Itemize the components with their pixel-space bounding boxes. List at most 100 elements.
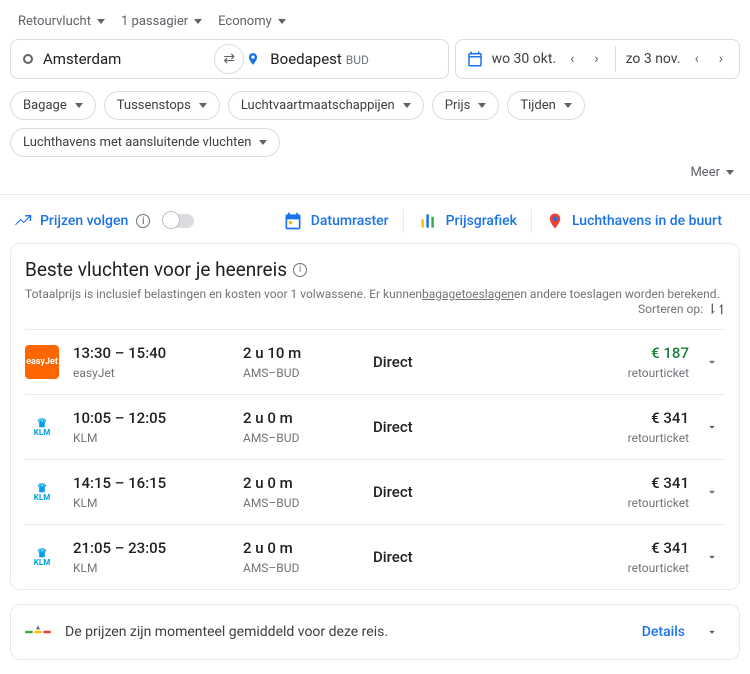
return-prev[interactable]: ‹ <box>689 51 705 67</box>
expand-flight[interactable] <box>699 349 725 375</box>
caret-icon <box>564 103 572 108</box>
return-date[interactable]: zo 3 nov. ‹ › <box>616 41 739 77</box>
insight-text: De prijzen zijn momenteel gemiddeld voor… <box>65 624 388 640</box>
ticket-type: retourticket <box>628 366 689 380</box>
price-graph-button[interactable]: Prijsgrafiek <box>404 211 531 231</box>
ticket-type: retourticket <box>628 431 689 445</box>
caret-icon <box>478 103 486 108</box>
expand-panel[interactable] <box>699 619 725 645</box>
expand-flight[interactable] <box>699 544 725 570</box>
cabin-class-dropdown[interactable]: Economy <box>210 8 294 35</box>
pin-icon <box>246 50 260 68</box>
flight-stops: Direct <box>373 353 503 371</box>
pin-icon <box>546 211 564 231</box>
calendar-icon <box>466 50 484 68</box>
sort-icon <box>709 301 725 317</box>
destination-text: Boedapest <box>270 50 342 68</box>
flight-duration: 2 u 0 m <box>243 474 373 492</box>
caret-icon <box>278 19 286 24</box>
flight-route: AMS–BUD <box>243 561 373 575</box>
caret-icon <box>97 19 105 24</box>
results-card: Beste vluchten voor je heenreisi Totaalp… <box>10 243 740 590</box>
trip-options: Retourvlucht 1 passagier Economy <box>10 8 740 35</box>
airline-logo: easyJet <box>25 345 59 379</box>
info-icon[interactable]: i <box>136 214 150 228</box>
flight-price: € 341 <box>628 474 689 492</box>
filter-chips: Bagage Tussenstops Luchtvaartmaatschappije… <box>10 91 740 157</box>
flight-route: AMS–BUD <box>243 496 373 510</box>
flight-times: 13:30 – 15:40 <box>73 344 243 362</box>
ticket-type: retourticket <box>628 561 689 575</box>
results-title: Beste vluchten voor je heenreisi <box>25 258 725 281</box>
airline-name: KLM <box>73 431 243 445</box>
date-grid-button[interactable]: Datumraster <box>269 211 403 231</box>
nearby-airports-button[interactable]: Luchthavens in de buurt <box>532 211 736 231</box>
flight-stops: Direct <box>373 483 503 501</box>
flight-duration: 2 u 10 m <box>243 344 373 362</box>
ticket-type: retourticket <box>628 496 689 510</box>
filter-chip[interactable]: Bagage <box>10 91 96 120</box>
caret-icon <box>75 103 83 108</box>
flight-duration: 2 u 0 m <box>243 409 373 427</box>
airline-name: easyJet <box>73 366 243 380</box>
flight-route: AMS–BUD <box>243 366 373 380</box>
flight-duration: 2 u 0 m <box>243 539 373 557</box>
caret-icon <box>194 19 202 24</box>
filter-chip[interactable]: Prijs <box>432 91 500 120</box>
passengers-dropdown[interactable]: 1 passagier <box>113 8 210 35</box>
flight-row[interactable]: easyJet13:30 – 15:40easyJet2 u 10 mAMS–B… <box>25 329 725 394</box>
caret-icon <box>726 170 734 175</box>
flight-row[interactable]: ♛KLM10:05 – 12:05KLM2 u 0 mAMS–BUDDirect… <box>25 394 725 459</box>
bars-icon <box>418 211 438 231</box>
destination-input[interactable]: Boedapest BUD <box>224 40 447 78</box>
airline-logo: ♛KLM <box>25 475 59 509</box>
info-icon[interactable]: i <box>293 263 307 277</box>
origin-icon <box>23 54 33 64</box>
depart-next[interactable]: › <box>588 51 604 67</box>
origin-destination-box: Amsterdam ⇄ Boedapest BUD <box>10 39 449 79</box>
trip-type-dropdown[interactable]: Retourvlucht <box>10 8 113 35</box>
airline-logo: ♛KLM <box>25 410 59 444</box>
filter-chip[interactable]: Tussenstops <box>104 91 220 120</box>
airline-name: KLM <box>73 496 243 510</box>
date-box: wo 30 okt. ‹ › zo 3 nov. ‹ › <box>455 39 740 79</box>
expand-flight[interactable] <box>699 414 725 440</box>
flight-times: 10:05 – 12:05 <box>73 409 243 427</box>
details-link[interactable]: Details <box>642 624 685 640</box>
flight-price: € 187 <box>628 344 689 362</box>
airline-logo: ♛KLM <box>25 540 59 574</box>
depart-date[interactable]: wo 30 okt. ‹ › <box>456 40 615 78</box>
filter-chip[interactable]: Luchtvaartmaatschappijen <box>228 91 424 120</box>
filter-chip[interactable]: Luchthavens met aansluitende vluchten <box>10 128 280 157</box>
caret-icon <box>259 140 267 145</box>
gauge-icon <box>25 622 51 642</box>
return-date-text: zo 3 nov. <box>626 51 681 67</box>
expand-flight[interactable] <box>699 479 725 505</box>
flight-stops: Direct <box>373 548 503 566</box>
results-subtitle: Totaalprijs is inclusief belastingen en … <box>25 287 725 317</box>
baggage-fees-link[interactable]: bagagetoeslagen <box>422 287 514 301</box>
calendar-icon <box>283 211 303 231</box>
sort-button[interactable]: Sorteren op: <box>638 301 725 317</box>
flight-stops: Direct <box>373 418 503 436</box>
depart-prev[interactable]: ‹ <box>564 51 580 67</box>
track-prices[interactable]: Prijzen volgen i <box>14 212 194 230</box>
flight-row[interactable]: ♛KLM 21:05 – 23:05 KLM2 u 0 m AMS–BUDDirect… <box>25 524 725 589</box>
airline-name: KLM <box>73 561 243 575</box>
trend-icon <box>14 212 32 230</box>
origin-text: Amsterdam <box>43 50 121 68</box>
caret-icon <box>199 103 207 108</box>
destination-code: BUD <box>346 53 369 67</box>
flight-times: 14:15 – 16:15 <box>73 474 243 492</box>
depart-date-text: wo 30 okt. <box>492 51 557 67</box>
more-filters[interactable]: Meer <box>10 165 740 180</box>
caret-icon <box>403 103 411 108</box>
track-toggle[interactable] <box>164 214 194 228</box>
filter-chip[interactable]: Tijden <box>507 91 584 120</box>
price-insight-panel: De prijzen zijn momenteel gemiddeld voor… <box>10 604 740 660</box>
swap-button[interactable]: ⇄ <box>214 44 244 74</box>
flight-times: 21:05 – 23:05 <box>73 539 243 557</box>
return-next[interactable]: › <box>713 51 729 67</box>
flight-row[interactable]: ♛KLM 14:15 – 16:15 KLM2 u 0 m AMS–BUDDirect… <box>25 459 725 524</box>
origin-input[interactable]: Amsterdam <box>11 40 224 78</box>
